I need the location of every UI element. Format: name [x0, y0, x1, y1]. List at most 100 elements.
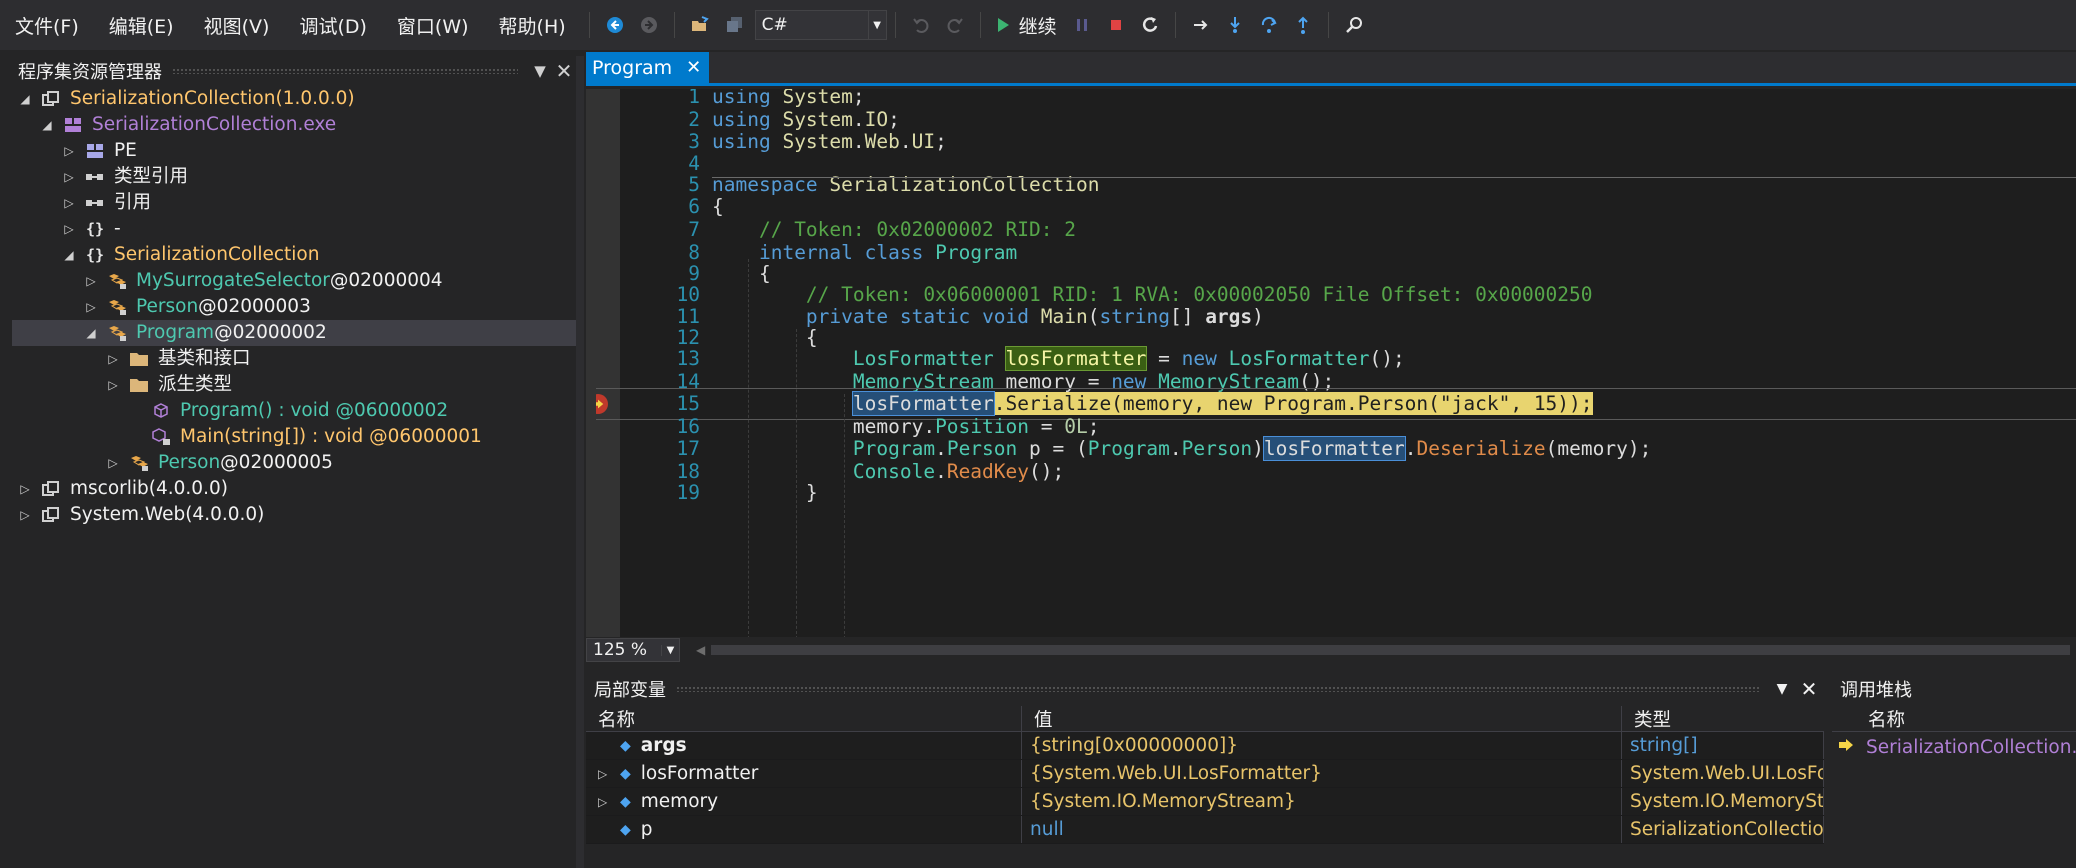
expand-icon[interactable]: ▷	[106, 372, 120, 398]
local-type: SerializationCollection.Program.Person	[1630, 819, 1824, 840]
tree-node[interactable]: Program() : void @06000002	[12, 398, 576, 424]
local-value-cell[interactable]: null	[1022, 816, 1622, 843]
expand-icon[interactable]: ▷	[18, 502, 32, 528]
tree-node-suffix: (4.0.0.0)	[148, 478, 228, 499]
locals-row[interactable]: ◆pnullSerializationCollection.Program.Pe…	[586, 816, 1824, 844]
call-stack-frame[interactable]: SerializationCollection.exe!Serializatio…	[1832, 732, 2076, 762]
expand-icon[interactable]: ▷	[62, 138, 76, 164]
chevron-down-icon[interactable]: ▼	[528, 62, 552, 80]
tree-node[interactable]: ▷ Person @02000003	[12, 294, 576, 320]
stop-icon[interactable]	[1101, 10, 1131, 40]
menu-file[interactable]: 文件(F)	[0, 12, 94, 39]
class-icon	[106, 271, 128, 291]
tree-node[interactable]: ▷ System.Web (4.0.0.0)	[12, 502, 576, 528]
menu-window[interactable]: 窗口(W)	[382, 12, 484, 39]
column-header-name[interactable]: 名称	[1832, 706, 2076, 731]
tree-node[interactable]: ▷ PE	[12, 138, 576, 164]
panel-title: 局部变量	[594, 680, 666, 701]
column-header-name[interactable]: 名称	[586, 706, 1022, 731]
undo-icon[interactable]	[906, 10, 936, 40]
continue-button[interactable]: 继续	[993, 12, 1057, 39]
tab-program[interactable]: Program ✕	[586, 52, 710, 83]
local-value-cell[interactable]: {System.Web.UI.LosFormatter}	[1022, 760, 1622, 787]
tree-node[interactable]: ▷ 基类和接口	[12, 346, 576, 372]
tree-node[interactable]: ▷ 派生类型	[12, 372, 576, 398]
redo-icon[interactable]	[940, 10, 970, 40]
local-name-cell: ▷ ◆ losFormatter	[586, 760, 1022, 787]
menu-debug[interactable]: 调试(D)	[284, 12, 381, 39]
menu-edit[interactable]: 编辑(E)	[94, 12, 189, 39]
class-icon	[106, 297, 128, 317]
horizontal-scrollbar[interactable]	[711, 645, 2070, 655]
close-icon[interactable]: ✕	[1794, 677, 1824, 701]
column-header-value[interactable]: 值	[1022, 706, 1622, 731]
menu-view[interactable]: 视图(V)	[189, 12, 285, 39]
pause-icon[interactable]	[1067, 10, 1097, 40]
expand-icon[interactable]: ▷	[62, 164, 76, 190]
code-editor[interactable]: 1 using System; 2 using System.IO; 3 using Sy…	[586, 89, 2076, 637]
zoom-select[interactable]: 125 % ▼	[586, 638, 680, 662]
assembly-icon	[40, 89, 62, 109]
tree-node[interactable]: ▷ {} -	[12, 216, 576, 242]
expand-icon[interactable]: ▷	[106, 346, 120, 372]
tree-node[interactable]: ◢ SerializationCollection.exe	[12, 112, 576, 138]
collapse-icon[interactable]: ◢	[84, 320, 98, 346]
tree-node[interactable]: ▷ 引用	[12, 190, 576, 216]
local-value-cell[interactable]: {System.IO.MemoryStream}	[1022, 788, 1622, 815]
expand-icon[interactable]: ▷	[62, 216, 76, 242]
menu-help[interactable]: 帮助(H)	[484, 12, 581, 39]
panel-splitter[interactable]	[576, 56, 584, 868]
expand-icon[interactable]: ▷	[18, 476, 32, 502]
expand-icon[interactable]: ▷	[84, 294, 98, 320]
close-icon[interactable]: ✕	[552, 59, 576, 83]
step-into-icon[interactable]	[1220, 10, 1250, 40]
search-icon[interactable]	[1339, 10, 1369, 40]
locals-row[interactable]: ◆ args {string[0x00000000]} string[]	[586, 732, 1824, 760]
local-type-cell: System.IO.MemoryStream	[1622, 788, 1824, 815]
chevron-down-icon: ▼	[661, 644, 679, 656]
local-name: memory	[640, 791, 719, 812]
tree-node[interactable]: ◢ SerializationCollection (1.0.0.0)	[12, 86, 576, 112]
scroll-left-icon[interactable]: ◀	[696, 643, 705, 657]
chevron-down-icon[interactable]: ▼	[1770, 681, 1794, 697]
explorer-tree[interactable]: ◢ SerializationCollection (1.0.0.0) ◢ Seria…	[12, 86, 576, 528]
expand-icon[interactable]: ▷	[84, 268, 98, 294]
tree-node[interactable]: ◢ Program @02000002	[12, 320, 576, 346]
show-next-statement-icon[interactable]	[1186, 10, 1216, 40]
locals-row[interactable]: ▷ ◆ losFormatter {System.Web.UI.LosFormatte…	[586, 760, 1824, 788]
expand-icon[interactable]: ▷	[62, 190, 76, 216]
expand-icon[interactable]: ▷	[598, 795, 614, 809]
tree-node-suffix: (4.0.0.0)	[185, 504, 265, 525]
tree-node[interactable]: ▷ mscorlib (4.0.0.0)	[12, 476, 576, 502]
close-icon[interactable]: ✕	[686, 57, 701, 78]
locals-row[interactable]: ▷ ◆ memory {System.IO.MemoryStream} System.I…	[586, 788, 1824, 816]
collapse-icon[interactable]: ◢	[40, 112, 54, 138]
step-over-icon[interactable]	[1254, 10, 1284, 40]
code-line[interactable]: 19 }	[586, 478, 2076, 508]
call-stack-header: 调用堆栈	[1832, 672, 2076, 706]
save-icon[interactable]	[719, 10, 749, 40]
tree-node[interactable]: ▷ 类型引用	[12, 164, 576, 190]
tree-node[interactable]: ▷ Person @02000005	[12, 450, 576, 476]
collapse-icon[interactable]: ◢	[62, 242, 76, 268]
language-select[interactable]: C# ▼	[754, 10, 887, 40]
local-name: losFormatter	[640, 763, 759, 784]
drag-handle[interactable]	[172, 68, 518, 74]
tree-node-label: mscorlib	[70, 478, 149, 499]
tree-node[interactable]: ◢ {} SerializationCollection	[12, 242, 576, 268]
tree-node[interactable]: Main(string[]) : void @06000001	[12, 424, 576, 450]
drag-handle[interactable]	[676, 686, 1760, 692]
tree-node[interactable]: ▷ MySurrogateSelector @02000004	[12, 268, 576, 294]
expand-icon[interactable]: ▷	[598, 767, 614, 781]
open-icon[interactable]	[685, 10, 715, 40]
collapse-icon[interactable]: ◢	[18, 86, 32, 112]
local-value-cell[interactable]: {string[0x00000000]}	[1022, 732, 1622, 759]
restart-icon[interactable]	[1135, 10, 1165, 40]
back-icon[interactable]	[600, 10, 630, 40]
forward-icon[interactable]	[634, 10, 664, 40]
expand-icon[interactable]: ▷	[106, 450, 120, 476]
column-header-type[interactable]: 类型	[1622, 706, 1824, 731]
play-icon	[997, 18, 1009, 32]
step-out-icon[interactable]	[1288, 10, 1318, 40]
tree-node-label: System.Web	[70, 504, 186, 525]
